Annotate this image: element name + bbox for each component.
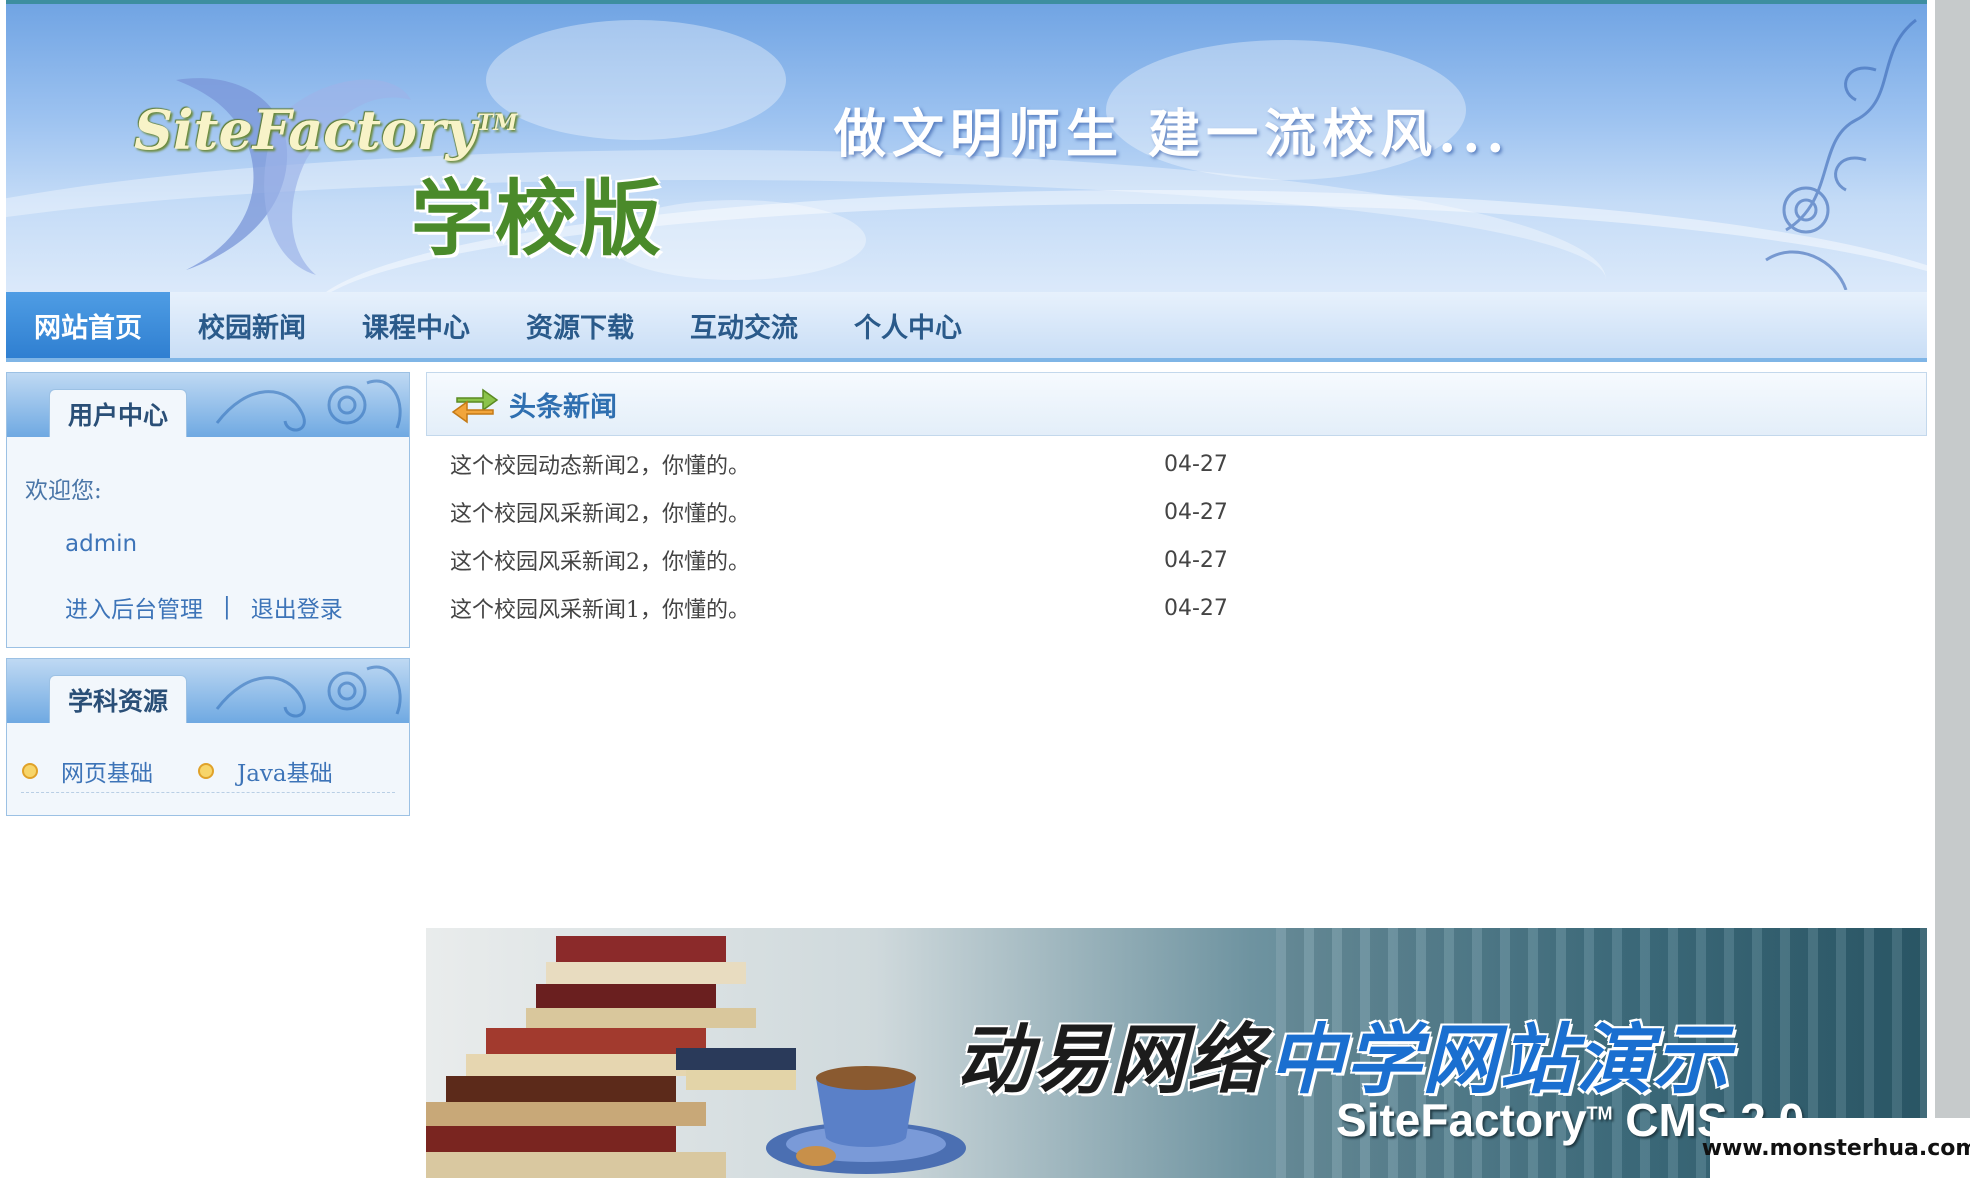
nav-item-personal-center[interactable]: 个人中心 xyxy=(826,292,990,358)
banner-top-line xyxy=(6,0,1927,4)
news-date: 04-27 xyxy=(1164,595,1228,621)
coffee-cup-graphic xyxy=(766,1066,966,1174)
watermark: www.monsterhua.com xyxy=(1702,1118,1970,1178)
page-gutter xyxy=(1935,0,1970,1178)
brand-edition: 学校版 xyxy=(411,171,664,267)
nav-item-interaction[interactable]: 互动交流 xyxy=(662,292,826,358)
news-title: 这个校园风采新闻2，你懂的。 xyxy=(450,550,750,575)
headline-news-header: 头条新闻 xyxy=(426,372,1927,436)
bullet-icon xyxy=(198,762,214,779)
news-item[interactable]: 这个校园风采新闻2，你懂的。 04-27 xyxy=(450,488,1250,536)
promo-title-company: 动易网络 xyxy=(956,1015,1264,1104)
news-date: 04-27 xyxy=(1164,499,1228,525)
nav-item-course-center[interactable]: 课程中心 xyxy=(334,292,498,358)
site-banner: SiteFactoryTM 学校版 做文明师生 建一流校风... xyxy=(6,0,1927,292)
promo-title-demo: 中学网站演示 xyxy=(1268,1015,1730,1104)
user-center-header: 用户中心 xyxy=(7,373,409,437)
news-item[interactable]: 这个校园风采新闻1，你懂的。 04-27 xyxy=(450,584,1250,632)
user-center-box: 用户中心 欢迎您: admin 进入后台管理 | 退出登录 xyxy=(6,372,410,648)
banner-slogan: 做文明师生 建一流校风... xyxy=(834,104,1511,165)
headline-news-title: 头条新闻 xyxy=(509,391,617,423)
admin-panel-link[interactable]: 进入后台管理 xyxy=(65,590,203,624)
subject-resources-header: 学科资源 xyxy=(7,659,409,723)
subject-resources-box: 学科资源 网页基础 Java基础 xyxy=(6,658,410,816)
nav-item-home[interactable]: 网站首页 xyxy=(6,292,170,358)
news-item[interactable]: 这个校园风采新闻2，你懂的。 04-27 xyxy=(450,536,1250,584)
news-date: 04-27 xyxy=(1164,547,1228,573)
resource-item-web-basics[interactable]: 网页基础 xyxy=(21,754,153,788)
nav-item-campus-news[interactable]: 校园新闻 xyxy=(170,292,334,358)
bullet-icon xyxy=(22,762,38,779)
news-title: 这个校园风采新闻2，你懂的。 xyxy=(450,502,750,527)
link-separator: | xyxy=(223,594,231,620)
user-center-title: 用户中心 xyxy=(49,389,187,437)
resource-label: 网页基础 xyxy=(61,760,153,787)
exchange-arrows-icon xyxy=(451,388,499,424)
news-title: 这个校园风采新闻1，你懂的。 xyxy=(450,598,750,623)
banner-cloud xyxy=(486,20,786,140)
subject-resources-title: 学科资源 xyxy=(49,675,187,723)
flower-ornament xyxy=(1765,18,1917,290)
nav-item-downloads[interactable]: 资源下载 xyxy=(498,292,662,358)
ribbon-graphic xyxy=(176,78,411,275)
logout-link[interactable]: 退出登录 xyxy=(251,590,343,624)
swirl-decoration-icon xyxy=(215,379,402,432)
main-nav: 网站首页 校园新闻 课程中心 资源下载 互动交流 个人中心 xyxy=(6,292,1927,362)
resource-label: Java基础 xyxy=(237,760,333,787)
headline-news-list: 这个校园动态新闻2，你懂的。 04-27 这个校园风采新闻2，你懂的。 04-2… xyxy=(450,440,1250,632)
news-title: 这个校园动态新闻2，你懂的。 xyxy=(450,454,750,479)
resource-list: 网页基础 Java基础 xyxy=(21,749,395,793)
username: admin xyxy=(65,531,138,557)
news-date: 04-27 xyxy=(1164,451,1228,477)
resource-item-java-basics[interactable]: Java基础 xyxy=(197,754,333,788)
welcome-label: 欢迎您: xyxy=(25,478,102,504)
user-actions: 进入后台管理 | 退出登录 xyxy=(65,590,343,624)
news-item[interactable]: 这个校园动态新闻2，你懂的。 04-27 xyxy=(450,440,1250,488)
swirl-decoration-icon xyxy=(215,665,402,718)
